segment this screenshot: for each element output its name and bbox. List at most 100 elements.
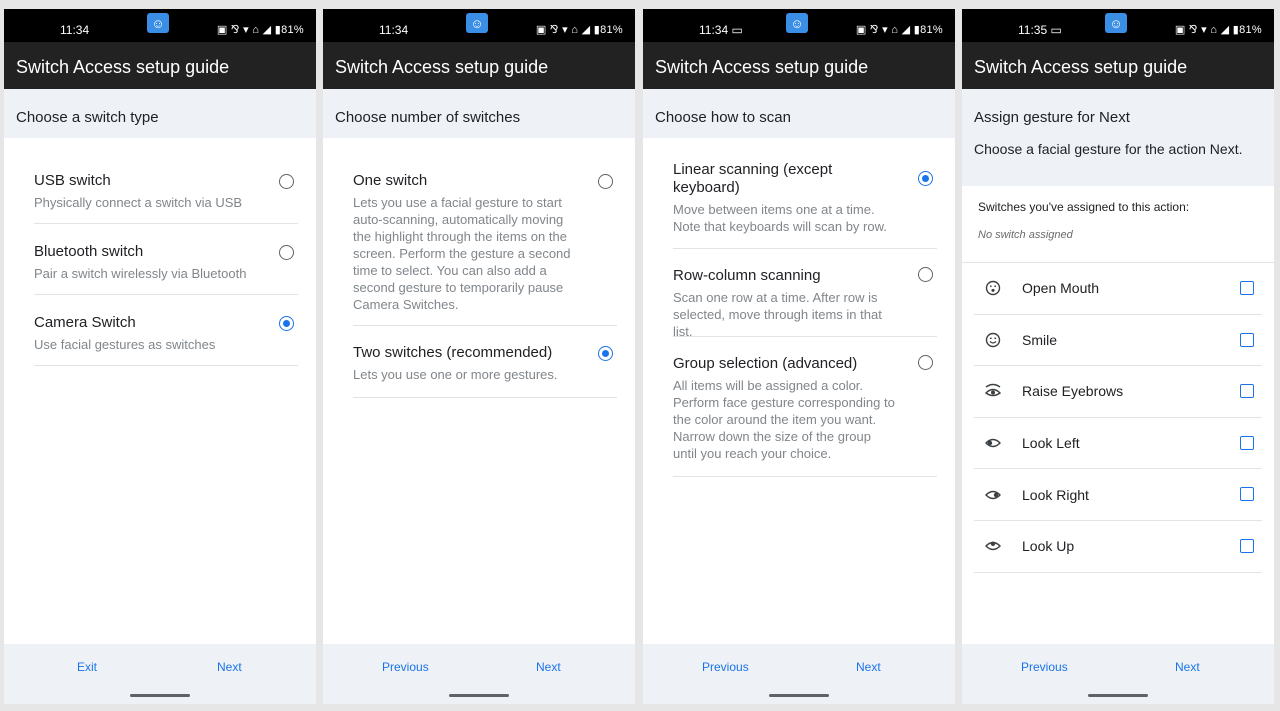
- gesture-nav-handle[interactable]: [449, 694, 509, 697]
- gesture-item-look-right[interactable]: Look Right: [974, 469, 1262, 521]
- camera-switch-face-icon: ☺: [466, 13, 488, 33]
- status-icons: ▣ ⅋ ▾ ⌂ ◢ ▮81%: [216, 24, 304, 36]
- option-list: Linear scanning (except keyboard) Move b…: [643, 138, 955, 477]
- option-description: Use facial gestures as switches: [34, 337, 216, 352]
- next-button[interactable]: Next: [536, 660, 561, 674]
- option-group-selection[interactable]: Group selection (advanced) All items wil…: [673, 337, 937, 477]
- gesture-nav-handle[interactable]: [769, 694, 829, 697]
- status-time: 11:35 ▭: [1018, 23, 1062, 37]
- radio-button-selected[interactable]: [918, 171, 933, 186]
- gesture-item-look-left[interactable]: Look Left: [974, 418, 1262, 470]
- radio-button-selected[interactable]: [279, 316, 294, 331]
- page-header: Choose how to scan: [643, 89, 955, 138]
- app-bar-title: Switch Access setup guide: [962, 42, 1274, 89]
- option-title: Two switches (recommended): [353, 344, 553, 361]
- gesture-checkbox[interactable]: [1240, 487, 1254, 502]
- option-list: USB switch Physically connect a switch v…: [4, 138, 316, 366]
- no-switch-assigned-text: No switch assigned: [978, 229, 1073, 241]
- option-usb-switch[interactable]: USB switch Physically connect a switch v…: [34, 160, 298, 224]
- option-description: All items will be assigned a color. Perf…: [673, 378, 895, 461]
- option-title: Bluetooth switch: [34, 243, 144, 260]
- gesture-label: Raise Eyebrows: [1022, 383, 1124, 400]
- bottom-nav-bar: Previous Next: [323, 644, 635, 704]
- camera-switch-face-icon: ☺: [147, 13, 169, 33]
- look-right-eye-icon: [984, 486, 1002, 504]
- page-header: Choose number of switches: [323, 89, 635, 138]
- page-header: Choose a switch type: [4, 89, 316, 138]
- radio-button[interactable]: [918, 267, 933, 282]
- screen-scan-method: 11:34 ▭ ☺ ▣ ⅋ ▾ ⌂ ◢ ▮81% Switch Access s…: [643, 9, 955, 704]
- screen-number-of-switches: 11:34 ☺ ▣ ⅋ ▾ ⌂ ◢ ▮81% Switch Access set…: [323, 9, 635, 704]
- gesture-item-open-mouth[interactable]: Open Mouth: [974, 263, 1262, 315]
- gesture-checkbox[interactable]: [1240, 384, 1254, 399]
- previous-button[interactable]: Previous: [702, 660, 749, 674]
- option-title: Camera Switch: [34, 314, 136, 331]
- bottom-nav-bar: Previous Next: [962, 644, 1274, 704]
- page-title: Assign gesture for Next: [974, 109, 1130, 126]
- radio-button[interactable]: [279, 174, 294, 189]
- radio-button-selected[interactable]: [598, 346, 613, 361]
- bottom-nav-bar: Previous Next: [643, 644, 955, 704]
- status-bar: 11:34 ☺ ▣ ⅋ ▾ ⌂ ◢ ▮81%: [4, 9, 316, 42]
- camera-switch-face-icon: ☺: [1105, 13, 1127, 33]
- status-time: 11:34 ▭: [699, 23, 743, 37]
- camera-switch-face-icon: ☺: [786, 13, 808, 33]
- next-button[interactable]: Next: [856, 660, 881, 674]
- option-title: Group selection (advanced): [673, 355, 858, 372]
- radio-button[interactable]: [918, 355, 933, 370]
- option-bluetooth-switch[interactable]: Bluetooth switch Pair a switch wirelessl…: [34, 224, 298, 295]
- app-bar-title: Switch Access setup guide: [323, 42, 635, 89]
- bottom-nav-bar: Exit Next: [4, 644, 316, 704]
- gesture-checkbox[interactable]: [1240, 281, 1254, 295]
- option-list: One switch Lets you use a facial gesture…: [323, 138, 635, 398]
- option-title: Linear scanning (except keyboard): [673, 161, 833, 196]
- status-bar: 11:34 ▭ ☺ ▣ ⅋ ▾ ⌂ ◢ ▮81%: [643, 9, 955, 42]
- gesture-checkbox[interactable]: [1240, 538, 1254, 553]
- option-description: Scan one row at a time. After row is sel…: [673, 290, 882, 339]
- option-one-switch[interactable]: One switch Lets you use a facial gesture…: [353, 160, 617, 326]
- app-bar-title: Switch Access setup guide: [643, 42, 955, 89]
- option-title: Row-column scanning: [673, 267, 821, 284]
- next-button[interactable]: Next: [217, 660, 242, 674]
- open-mouth-face-icon: [984, 279, 1002, 297]
- raise-eyebrows-icon: [984, 382, 1002, 400]
- gesture-nav-handle[interactable]: [130, 694, 190, 697]
- assigned-switches-section: Switches you've assigned to this action:…: [962, 186, 1274, 263]
- option-row-column-scanning[interactable]: Row-column scanning Scan one row at a ti…: [673, 249, 937, 339]
- smile-face-icon: [984, 331, 1002, 349]
- previous-button[interactable]: Previous: [382, 660, 429, 674]
- option-title: USB switch: [34, 172, 111, 189]
- option-description: Pair a switch wirelessly via Bluetooth: [34, 266, 247, 281]
- page-header: Assign gesture for Next Choose a facial …: [962, 89, 1274, 186]
- radio-button[interactable]: [279, 245, 294, 260]
- option-two-switches[interactable]: Two switches (recommended) Lets you use …: [353, 326, 617, 398]
- option-title: One switch: [353, 172, 428, 189]
- look-up-eye-icon: [984, 537, 1002, 555]
- gesture-item-look-up[interactable]: Look Up: [974, 521, 1262, 573]
- gesture-label: Open Mouth: [1022, 280, 1100, 297]
- status-icons: ▣ ⅋ ▾ ⌂ ◢ ▮81%: [535, 24, 623, 36]
- gesture-item-raise-eyebrows[interactable]: Raise Eyebrows: [974, 366, 1262, 418]
- gesture-nav-handle[interactable]: [1088, 694, 1148, 697]
- screen-switch-type: 11:34 ☺ ▣ ⅋ ▾ ⌂ ◢ ▮81% Switch Access set…: [4, 9, 316, 704]
- exit-button[interactable]: Exit: [77, 660, 97, 674]
- assigned-switches-label: Switches you've assigned to this action:: [978, 200, 1190, 214]
- option-linear-scanning[interactable]: Linear scanning (except keyboard) Move b…: [673, 158, 937, 249]
- gesture-checkbox[interactable]: [1240, 435, 1254, 450]
- look-left-eye-icon: [984, 434, 1002, 452]
- gesture-label: Look Up: [1022, 538, 1075, 555]
- option-description: Lets you use one or more gestures.: [353, 367, 558, 382]
- screen-assign-gesture: 11:35 ▭ ☺ ▣ ⅋ ▾ ⌂ ◢ ▮81% Switch Access s…: [962, 9, 1274, 704]
- gesture-list: Open Mouth Smile Raise Eyebrows Look Lef…: [962, 263, 1274, 573]
- status-time: 11:34: [60, 23, 90, 37]
- status-icons: ▣ ⅋ ▾ ⌂ ◢ ▮81%: [855, 24, 943, 36]
- app-bar-title: Switch Access setup guide: [4, 42, 316, 89]
- previous-button[interactable]: Previous: [1021, 660, 1068, 674]
- gesture-checkbox[interactable]: [1240, 332, 1254, 347]
- gesture-item-smile[interactable]: Smile: [974, 315, 1262, 367]
- next-button[interactable]: Next: [1175, 660, 1200, 674]
- radio-button[interactable]: [598, 174, 613, 189]
- option-camera-switch[interactable]: Camera Switch Use facial gestures as swi…: [34, 295, 298, 366]
- status-bar: 11:35 ▭ ☺ ▣ ⅋ ▾ ⌂ ◢ ▮81%: [962, 9, 1274, 42]
- option-description: Lets you use a facial gesture to start a…: [353, 195, 571, 312]
